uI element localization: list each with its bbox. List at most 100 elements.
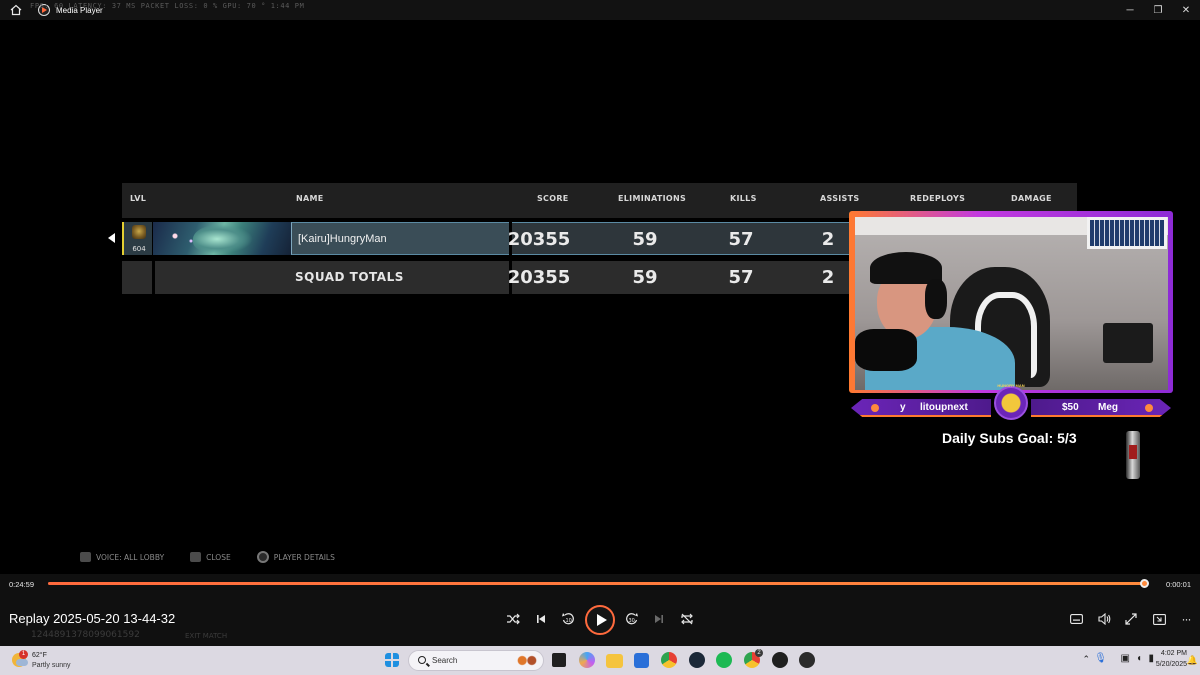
volume-button[interactable] — [1095, 610, 1113, 628]
fullscreen-button[interactable] — [1122, 610, 1140, 628]
search-placeholder: Search — [432, 656, 458, 665]
captions-icon — [1069, 614, 1083, 624]
bar-left-dot-icon — [871, 404, 879, 412]
spotify-icon[interactable] — [716, 652, 732, 668]
prompt-close[interactable]: CLOSE — [190, 551, 231, 563]
selected-row-arrow-icon — [108, 233, 115, 243]
chrome-icon[interactable] — [661, 652, 677, 668]
start-button-icon[interactable] — [385, 653, 399, 667]
stream-alert-bar: y litoupnext HUNGRY MAN $50 Meg — [849, 383, 1173, 421]
level-cell: 604 — [122, 222, 152, 255]
notifications-bell-icon[interactable]: 🔔 — [1187, 655, 1198, 666]
header-score: SCORE — [537, 194, 569, 203]
game-button-prompts: VOICE: ALL LOBBY CLOSE PLAYER DETAILS — [80, 551, 361, 563]
bar-left-prefix: y — [900, 402, 906, 413]
background-game-text: 1244891378099061592 — [31, 630, 140, 640]
clock-time[interactable]: 4:02 PM — [1161, 650, 1187, 657]
svg-text:30: 30 — [629, 618, 635, 624]
taskbar-search-box[interactable]: Search — [408, 650, 544, 671]
copilot-icon[interactable] — [579, 652, 595, 668]
repeat-button[interactable] — [678, 610, 696, 628]
prompt-voice-label: VOICE: ALL LOBBY — [96, 552, 165, 562]
totals-kills: 57 — [728, 267, 754, 288]
weather-temperature: 62°F — [32, 652, 47, 659]
totals-label-cell: SQUAD TOTALS — [155, 261, 509, 294]
seek-bar[interactable] — [48, 579, 1149, 588]
player-row[interactable]: 604 [Kairu]HungryMan 20355 59 57 2 — [122, 222, 852, 255]
show-hidden-icons-chevron-icon[interactable]: ⌃ — [1082, 654, 1090, 665]
previous-button[interactable] — [532, 610, 550, 628]
header-kills: KILLS — [730, 194, 757, 203]
repeat-icon — [681, 613, 693, 625]
restore-button[interactable]: ❐ — [1144, 0, 1172, 20]
media-player-taskbar-icon[interactable] — [772, 652, 788, 668]
skip-back-10-button[interactable]: 10 — [559, 610, 577, 628]
header-lvl: LVL — [130, 194, 147, 203]
media-controls-panel: 0:24:59 0:00:01 Replay 2025-05-20 13-44-… — [0, 574, 1200, 646]
close-key-icon — [190, 552, 202, 562]
more-options-icon: ··· — [1181, 612, 1192, 626]
totals-eliminations: 59 — [632, 267, 658, 288]
prompt-player-details[interactable]: PLAYER DETAILS — [256, 551, 335, 563]
minimize-button[interactable]: ─ — [1116, 0, 1144, 20]
webcam-window-blinds — [1087, 217, 1167, 249]
miniplayer-button[interactable] — [1150, 610, 1168, 628]
clock-date[interactable]: 5/20/2025 — [1156, 661, 1187, 668]
miniplayer-icon — [1152, 613, 1166, 625]
prompt-voice[interactable]: VOICE: ALL LOBBY — [80, 551, 164, 563]
obs-studio-icon[interactable] — [799, 652, 815, 668]
notification-count-badge: 2 — [755, 649, 763, 657]
play-button[interactable] — [585, 605, 615, 635]
seek-bar-progress — [48, 582, 1144, 585]
weather-alert-badge: 1 — [19, 650, 28, 659]
search-highlight-art — [515, 654, 539, 667]
skip-forward-30-button[interactable]: 30 — [623, 610, 641, 628]
speaker-icon[interactable]: ◖ — [1136, 653, 1142, 664]
search-icon — [418, 656, 426, 664]
totals-assists: 2 — [821, 267, 835, 288]
bar-right-dot-icon — [1145, 404, 1153, 412]
rank-emblem-icon — [132, 225, 146, 239]
task-view-icon[interactable] — [552, 653, 566, 667]
totals-stats-cell: 20355 59 57 2 — [508, 261, 852, 294]
weather-widget[interactable]: 1 62°F Partly sunny — [12, 650, 82, 672]
player-stats-cell: 20355 59 57 2 — [508, 222, 852, 255]
title-bar: Media Player FPS: 60 LATENCY: 37 MS PACK… — [0, 0, 1200, 20]
steam-icon[interactable] — [689, 652, 705, 668]
webcam-box-fan — [1103, 323, 1153, 363]
shuffle-button[interactable] — [504, 610, 522, 628]
webcam-microphone — [855, 329, 917, 371]
player-name: [Kairu]HungryMan — [298, 233, 387, 245]
microphone-icon[interactable]: 🎙 — [1094, 653, 1107, 664]
header-assists: ASSISTS — [820, 194, 860, 203]
prompt-close-label: CLOSE — [206, 552, 231, 562]
more-options-button[interactable]: ··· — [1177, 610, 1195, 628]
channel-badge-text: HUNGRY MAN — [997, 383, 1025, 388]
player-name-cell: [Kairu]HungryMan — [291, 222, 509, 255]
battery-icon[interactable]: ▮ — [1148, 653, 1154, 664]
player-details-key-icon — [256, 551, 269, 563]
seek-bar-thumb[interactable] — [1139, 579, 1149, 588]
remaining-time: 0:00:01 — [1166, 580, 1192, 589]
player-kills: 57 — [728, 229, 754, 250]
captions-button[interactable] — [1067, 610, 1085, 628]
network-icon[interactable]: ▣ — [1121, 653, 1130, 664]
latest-donation-amount: $50 — [1062, 402, 1079, 413]
totals-lvl-cell — [122, 261, 152, 294]
file-explorer-icon[interactable] — [606, 654, 623, 668]
player-eliminations: 59 — [632, 229, 658, 250]
header-eliminations: ELIMINATIONS — [618, 194, 687, 203]
media-title: Replay 2025-05-20 13-44-32 — [9, 611, 176, 626]
performance-overlay-text: FPS: 60 LATENCY: 37 MS PACKET LOSS: 0 % … — [30, 2, 305, 10]
header-damage: DAMAGE — [1011, 194, 1052, 203]
next-button[interactable] — [650, 610, 668, 628]
microsoft-store-icon[interactable] — [634, 653, 649, 668]
home-icon[interactable] — [8, 2, 24, 18]
close-button[interactable]: ✕ — [1172, 0, 1200, 20]
header-redeploys: REDEPLOYS — [910, 194, 966, 203]
webcam-headset — [925, 279, 947, 319]
background-exit-match-text: EXIT MATCH — [185, 632, 228, 640]
energy-drink-can — [1126, 431, 1140, 479]
totals-score: 20355 — [507, 267, 571, 288]
fullscreen-icon — [1125, 613, 1137, 625]
